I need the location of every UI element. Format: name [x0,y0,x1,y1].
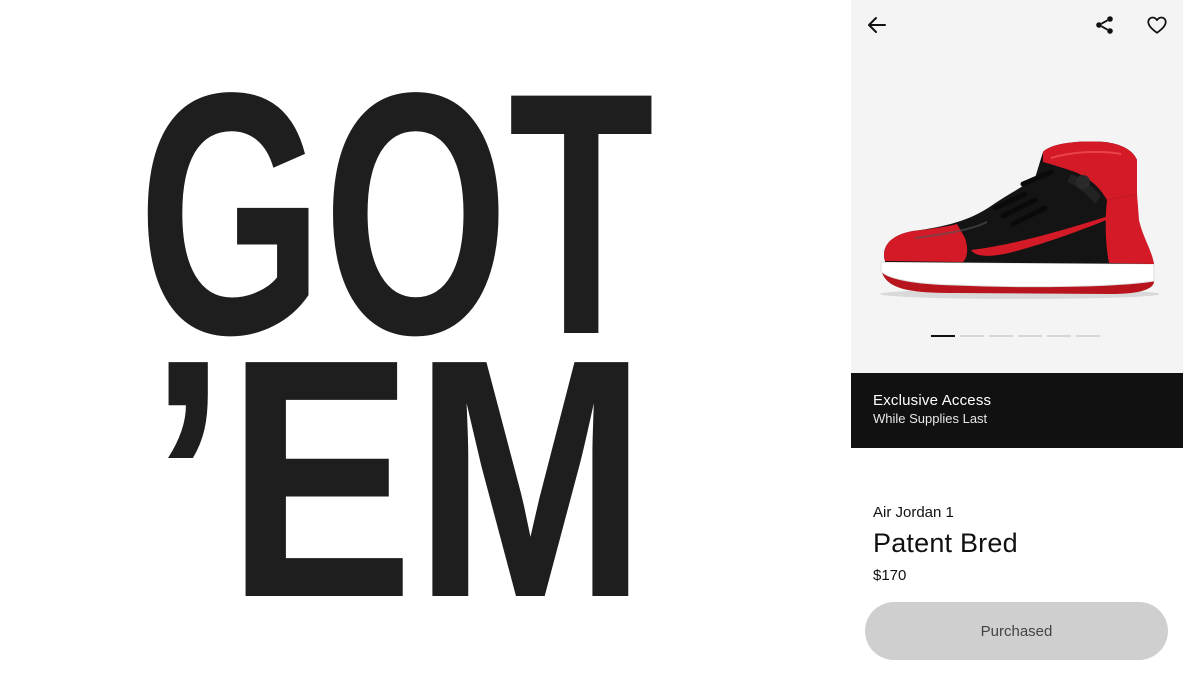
carousel-dot[interactable] [960,335,984,337]
carousel-indicator [931,335,1100,337]
hero-wordmark: GOT ’EM [138,22,654,669]
product-name: Patent Bred [873,528,1018,558]
favorite-button[interactable] [1142,10,1172,40]
sneaker-image[interactable] [875,138,1159,304]
banner-title: Exclusive Access [873,392,992,409]
carousel-dot[interactable] [1047,335,1071,337]
product-price: $170 [873,567,907,584]
product-panel: Exclusive Access While Supplies Last Air… [851,0,1183,675]
exclusive-access-banner: Exclusive Access While Supplies Last [851,373,1183,448]
hero-line-em: ’EM [149,289,647,669]
product-subtitle: Air Jordan 1 [873,504,954,521]
share-icon [1096,16,1113,34]
back-button[interactable] [862,10,892,40]
purchased-button[interactable]: Purchased [865,602,1168,660]
carousel-dot[interactable] [1018,335,1042,337]
arrow-left-icon [868,17,886,33]
hero-panel: GOT ’EM [0,0,851,675]
carousel-dot[interactable] [931,335,955,337]
carousel-dot[interactable] [989,335,1013,337]
share-button[interactable] [1090,10,1120,40]
carousel-dot[interactable] [1076,335,1100,337]
got-em-screen: GOT ’EM Exclusive Access While Supplies … [0,0,1200,675]
product-media [851,0,1183,373]
heart-icon [1147,16,1167,34]
banner-subtitle: While Supplies Last [873,411,988,426]
right-gutter [1183,0,1200,675]
